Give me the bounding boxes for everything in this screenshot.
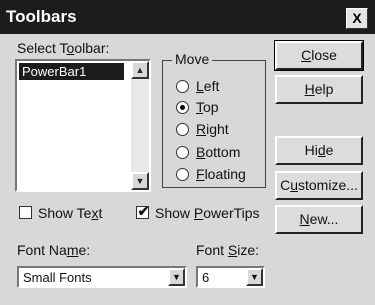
scroll-down-icon[interactable]: ▼ [131,172,149,190]
dropdown-arrow-icon[interactable]: ▼ [168,268,185,286]
font-name-label: Font Name: [17,242,91,258]
help-button[interactable]: Help [275,75,363,104]
radio-circle-icon [176,168,189,181]
radio-checked-icon [176,101,189,114]
font-size-label: Font Size: [196,242,260,258]
list-item[interactable]: PowerBar1 [19,63,124,80]
hide-button[interactable]: Hide [275,136,363,165]
new-button[interactable]: New... [275,205,363,234]
font-size-select[interactable]: 6 ▼ [196,266,265,288]
radio-circle-icon [176,80,189,93]
close-button[interactable]: Close [274,40,364,71]
move-group-title: Move [172,51,213,67]
scroll-up-icon[interactable]: ▲ [131,61,149,79]
listbox-scrollbar[interactable]: ▲ ▼ [131,61,149,190]
toolbar-listbox[interactable]: PowerBar1 ▲ ▼ [15,59,151,192]
title-bar: Toolbars X [0,0,375,34]
customize-button[interactable]: Customize... [275,171,363,200]
select-toolbar-label: Select Toolbar: [17,40,110,56]
radio-circle-icon [176,146,189,159]
font-name-select[interactable]: Small Fonts ▼ [17,266,187,288]
checkbox-checked-icon: ✔ [136,203,150,219]
close-window-icon[interactable]: X [346,8,368,29]
window-title: Toolbars [6,7,77,26]
dropdown-arrow-icon[interactable]: ▼ [246,268,263,286]
radio-circle-icon [176,123,189,136]
checkbox-icon [19,206,32,219]
